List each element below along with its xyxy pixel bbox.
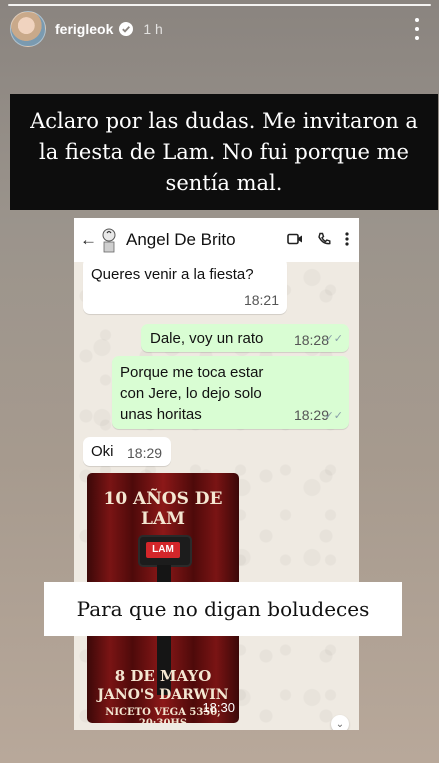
contact-name[interactable]: Angel De Brito — [126, 230, 236, 250]
message-outgoing[interactable]: Dale, voy un rato 18:28 ✓✓ — [141, 324, 349, 352]
verified-icon — [119, 22, 134, 36]
message-text: Dale, voy un rato — [150, 330, 264, 347]
more-options-icon[interactable] — [407, 18, 427, 40]
message-text: Porque me toca estar con Jere, lo dejo s… — [120, 364, 264, 423]
message-incoming[interactable]: Queres venir a la fiesta? 18:21 — [83, 258, 287, 314]
message-time: 18:29 — [127, 445, 163, 461]
message-time: 18:21 — [243, 292, 279, 308]
sticker-text: Para que no digan boludeces — [76, 597, 370, 621]
phone-icon[interactable] — [317, 232, 331, 246]
message-time: 18:30 — [202, 700, 235, 715]
poster-date: 8 DE MAYO — [114, 667, 212, 685]
story-username[interactable]: ferigleok — [55, 21, 113, 37]
story-progress-bar — [8, 4, 431, 6]
read-ticks-icon: ✓✓ — [324, 333, 343, 345]
story-time: 1 h — [143, 21, 163, 37]
poster-title: 10 AÑOS DE LAM — [103, 489, 223, 529]
chat-header-actions — [287, 232, 349, 246]
video-call-icon[interactable] — [287, 233, 303, 245]
message-outgoing[interactable]: Porque me toca estar con Jere, lo dejo s… — [112, 356, 349, 429]
microphone-icon: LAM — [138, 535, 192, 567]
menu-icon[interactable] — [345, 232, 349, 246]
message-incoming[interactable]: Oki 18:29 — [83, 437, 171, 466]
text-sticker: Para que no digan boludeces — [44, 582, 402, 636]
caption-box: Aclaro por las dudas. Me invitaron a la … — [10, 94, 438, 210]
story-header: ferigleok 1 h — [10, 11, 429, 47]
scroll-down-icon[interactable]: ⌄ — [331, 715, 349, 730]
message-text: Oki — [91, 443, 114, 460]
whatsapp-screenshot: ← Angel De Brito Queres venir a la fiest… — [74, 218, 359, 730]
message-text: Queres venir a la fiesta? — [91, 266, 254, 283]
chat-header: ← Angel De Brito — [74, 218, 359, 262]
caption-text: Aclaro por las dudas. Me invitaron a la … — [30, 108, 418, 195]
read-ticks-icon: ✓✓ — [324, 410, 343, 422]
profile-avatar[interactable] — [10, 11, 46, 47]
back-arrow-icon[interactable]: ← — [80, 230, 97, 250]
mic-label: LAM — [146, 542, 180, 558]
contact-avatar[interactable] — [98, 227, 120, 253]
